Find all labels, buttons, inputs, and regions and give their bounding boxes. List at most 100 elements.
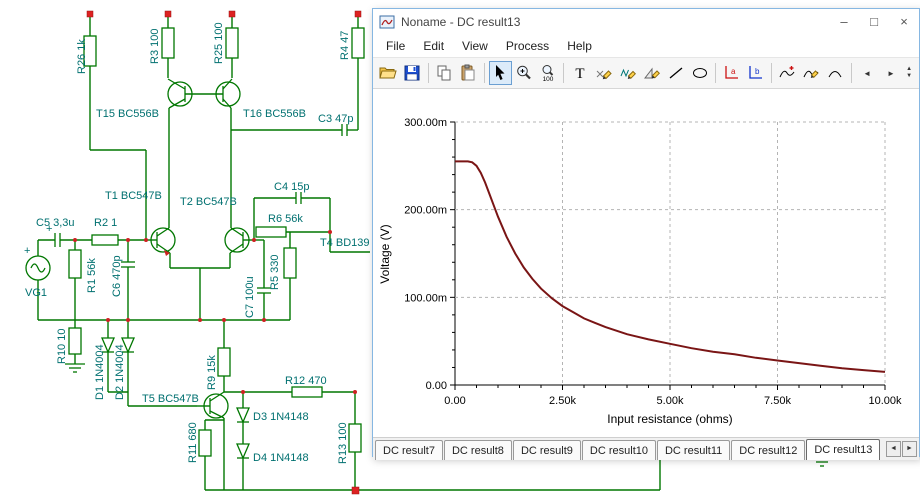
copy-button[interactable] [433, 61, 456, 85]
zoom-100-button[interactable]: 100 [537, 61, 560, 85]
menu-help[interactable]: Help [558, 37, 601, 55]
minimize-button[interactable]: – [829, 9, 859, 35]
component-label: R12 470 [285, 375, 327, 387]
line-tool-button[interactable] [664, 61, 687, 85]
save-button[interactable] [401, 61, 424, 85]
arc-tool-button[interactable] [824, 61, 847, 85]
component-label: R11 680 [187, 422, 199, 463]
axis-b-icon: b [749, 66, 763, 79]
source-VG1[interactable] [25, 255, 51, 281]
tab-dc-result12[interactable]: DC result12 [731, 440, 806, 460]
left-arrow-icon: ◄ [863, 68, 872, 78]
arc-icon [828, 71, 842, 78]
close-button[interactable]: × [889, 9, 919, 35]
toolbar-separator [483, 63, 485, 83]
plus-sign: + [24, 245, 30, 257]
interval-spinner[interactable]: ▲ ▼ [903, 61, 914, 85]
svg-text:T: T [575, 66, 584, 82]
zoom-in-button[interactable] [513, 61, 536, 85]
tab-dc-result9[interactable]: DC result9 [512, 440, 581, 460]
component-label: R9 15k [206, 355, 218, 390]
tab-dc-result11[interactable]: DC result11 [656, 440, 731, 460]
probe-edit-button[interactable] [592, 61, 615, 85]
capacitor-C5[interactable] [54, 233, 61, 247]
capacitor-C4[interactable] [295, 192, 302, 204]
tab-scroll-right-button[interactable]: ► [902, 441, 917, 457]
component-label: R26 1k [76, 39, 88, 74]
menu-view[interactable]: View [453, 37, 497, 55]
text-tool-button[interactable]: T [568, 61, 591, 85]
tab-dc-result13[interactable]: DC result13 [806, 439, 881, 460]
window-title: Noname - DC result13 [401, 15, 521, 29]
ground-symbol [65, 363, 85, 373]
menu-edit[interactable]: Edit [414, 37, 453, 55]
log-axis-button[interactable]: b [744, 61, 767, 85]
component-label: R5 330 [269, 255, 281, 290]
resistor-R9[interactable] [217, 347, 231, 377]
component-label: T16 BC556B [243, 108, 306, 120]
prev-result-button[interactable]: ◄ [856, 61, 879, 85]
resistor-R13[interactable] [348, 423, 362, 453]
diode-D4[interactable] [236, 443, 250, 460]
linear-axis-button[interactable]: a [720, 61, 743, 85]
tab-dc-result8[interactable]: DC result8 [443, 440, 512, 460]
resistor-R3[interactable] [161, 27, 175, 59]
cursor-tool-button[interactable] [488, 61, 512, 85]
open-button[interactable] [377, 61, 400, 85]
ellipse-tool-button[interactable] [688, 61, 711, 85]
resistor-R1[interactable] [68, 249, 82, 279]
toolbar-separator [850, 63, 852, 83]
tab-dc-result10[interactable]: DC result10 [581, 440, 656, 460]
tab-scroll-left-button[interactable]: ◄ [886, 441, 901, 457]
menu-bar: File Edit View Process Help [373, 35, 919, 57]
transistor-T5[interactable] [203, 391, 229, 419]
toolbar-separator [770, 63, 772, 83]
tab-dc-result7[interactable]: DC result7 [375, 440, 443, 460]
title-bar[interactable]: Noname - DC result13 – □ × [373, 9, 919, 35]
component-label: T4 BD139 [320, 237, 370, 249]
copy-icon [437, 65, 451, 81]
schematic-labels: R26 1k R3 100 R25 100 R4 47 T15 BC556B T… [24, 22, 370, 464]
diode-D3[interactable] [236, 407, 250, 424]
add-curve-button[interactable] [776, 61, 799, 85]
next-result-button[interactable]: ► [880, 61, 903, 85]
x-axis-title: Input resistance (ohms) [607, 412, 732, 426]
zoom-100-icon: 100 [542, 65, 554, 82]
line-icon [669, 67, 683, 79]
svg-text:b: b [755, 67, 760, 76]
resistor-R2[interactable] [91, 234, 119, 246]
maximize-button[interactable]: □ [859, 9, 889, 35]
component-label: R3 100 [149, 29, 161, 64]
result-chart[interactable]: Input resistance (ohms) Voltage (V) 0.00… [373, 89, 917, 434]
component-label: R2 1 [94, 217, 117, 229]
svg-text:a: a [731, 67, 736, 76]
resistor-R11[interactable] [198, 429, 212, 457]
capacitor-C3[interactable] [341, 124, 348, 136]
resistor-R4[interactable] [351, 27, 365, 59]
resistor-R6[interactable] [255, 226, 287, 238]
edit-curve-button[interactable] [800, 61, 823, 85]
signal-edit-button[interactable] [616, 61, 639, 85]
window-icon [379, 15, 395, 29]
svg-text:200.00m: 200.00m [404, 205, 447, 217]
probe-pencil-icon [596, 70, 612, 80]
capacitor-C6[interactable] [121, 261, 135, 268]
resistor-R5[interactable] [283, 247, 297, 279]
spin-down-icon[interactable]: ▼ [903, 73, 914, 80]
svg-text:0.00: 0.00 [426, 380, 447, 392]
component-label: D1 1N4004 [94, 344, 106, 400]
paste-icon [461, 64, 475, 81]
paste-button[interactable] [457, 61, 480, 85]
ruler-edit-button[interactable] [640, 61, 663, 85]
signal-pencil-icon [620, 68, 636, 80]
menu-file[interactable]: File [377, 37, 414, 55]
spin-up-icon[interactable]: ▲ [903, 66, 914, 73]
transistor-T1[interactable] [150, 227, 176, 256]
resistor-R12[interactable] [291, 386, 323, 398]
resistor-R10[interactable] [68, 327, 82, 355]
component-label: D3 1N4148 [253, 411, 309, 423]
text-tool-icon: T [575, 66, 584, 82]
zoom-in-icon [517, 65, 531, 80]
menu-process[interactable]: Process [497, 37, 558, 55]
resistor-R25[interactable] [225, 27, 239, 59]
